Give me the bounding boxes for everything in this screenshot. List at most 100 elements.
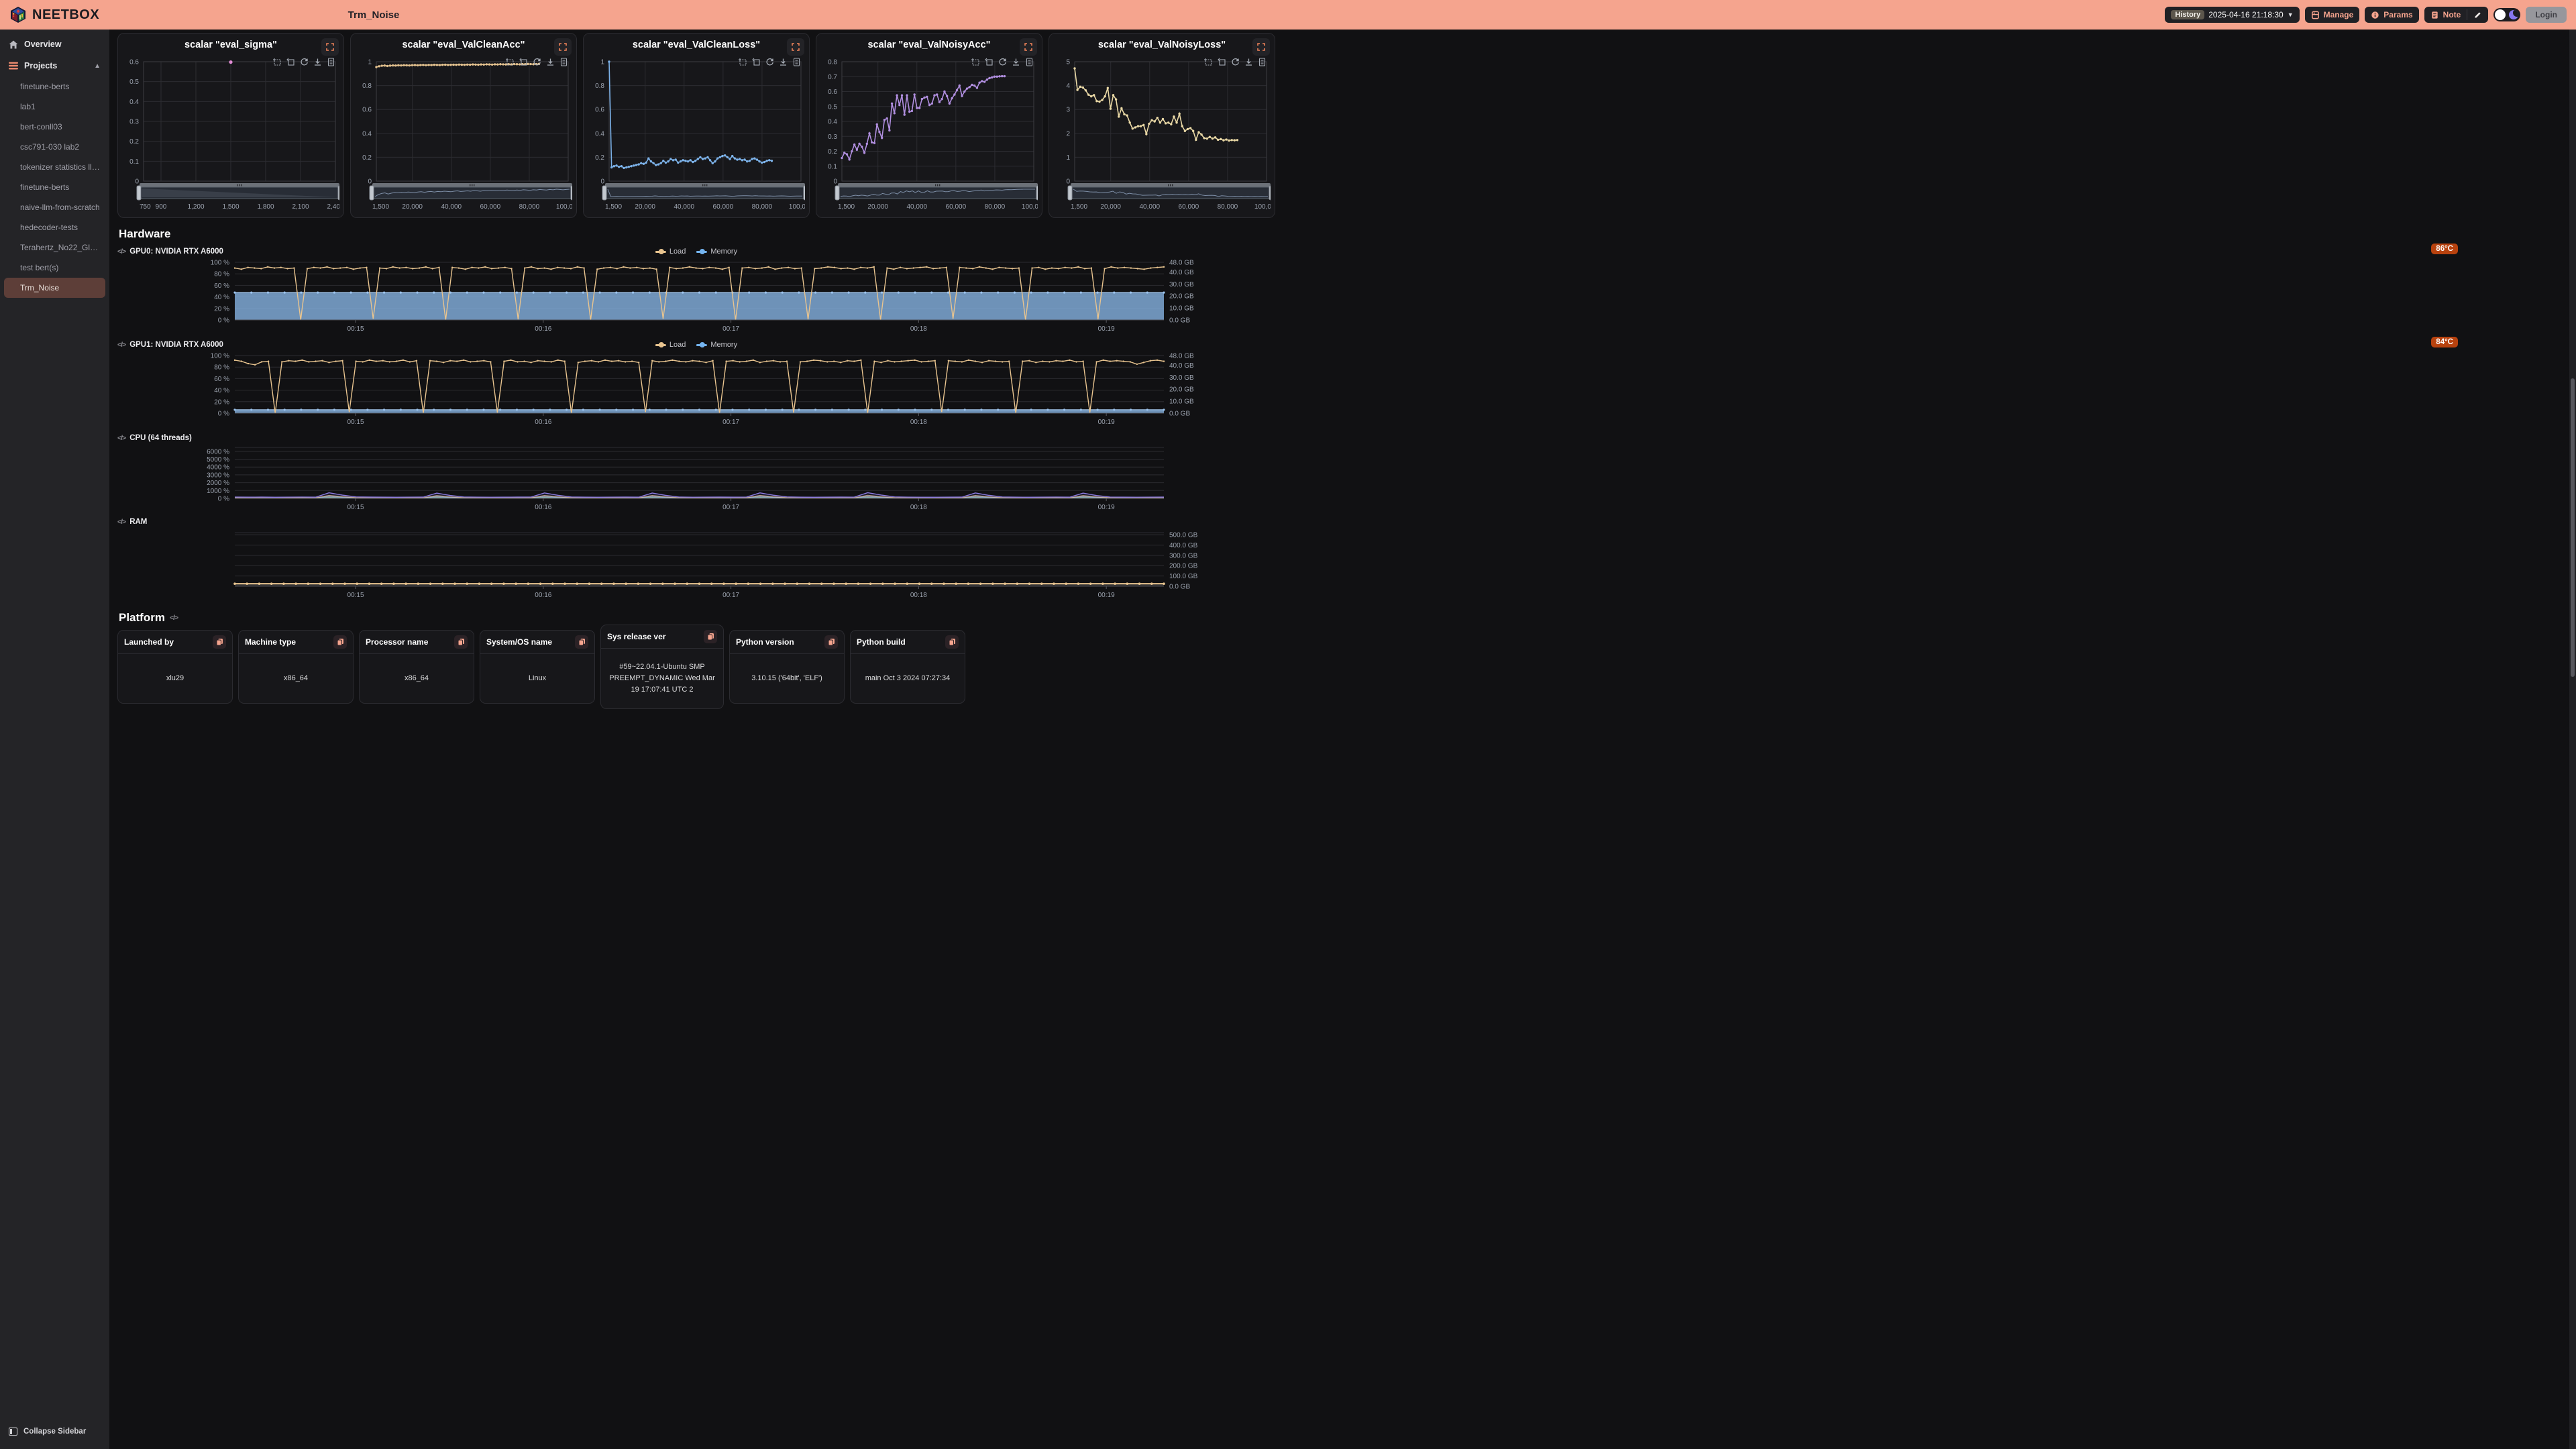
fullscreen-button[interactable]	[321, 38, 339, 56]
datazoom-handle-right[interactable]	[804, 186, 805, 200]
data-view-icon[interactable]	[792, 58, 801, 66]
download-icon[interactable]	[546, 58, 555, 66]
gpu-chart-canvas[interactable]: 0 %20 %40 %60 %80 %100 %0.0 GB10.0 GB20.…	[117, 258, 1276, 335]
copy-button[interactable]	[333, 635, 347, 649]
zoom-reset-icon[interactable]	[519, 58, 528, 66]
sidebar-item-project[interactable]: lab1	[0, 97, 109, 117]
svg-text:0.8: 0.8	[362, 83, 372, 90]
legend-item[interactable]: Load	[655, 248, 686, 256]
download-icon[interactable]	[313, 58, 322, 66]
download-icon[interactable]	[779, 58, 788, 66]
datazoom-handle-left[interactable]	[137, 186, 141, 200]
history-dropdown[interactable]: History 2025-04-16 21:18:30 ▼	[2165, 7, 2299, 23]
svg-text:00:17: 00:17	[722, 592, 739, 598]
login-button[interactable]: Login	[2526, 7, 2567, 23]
svg-text:100 %: 100 %	[211, 353, 229, 360]
svg-text:2,400: 2,400	[327, 203, 339, 211]
zoom-icon[interactable]	[1204, 58, 1213, 66]
cpu-chart-block: </>CPU (64 threads)0 %1000 %2000 %3000 %…	[117, 431, 2564, 515]
copy-button[interactable]	[704, 630, 717, 643]
zoom-reset-icon[interactable]	[752, 58, 761, 66]
svg-text:1,500: 1,500	[1071, 203, 1087, 211]
sidebar-item-project[interactable]: csc791-030 lab2	[0, 137, 109, 157]
note-button[interactable]: Note	[2424, 7, 2467, 23]
datazoom-slider[interactable]	[605, 187, 805, 199]
fullscreen-button[interactable]	[1020, 38, 1037, 56]
datazoom-handle-left[interactable]	[835, 186, 839, 200]
datazoom-handle-right[interactable]	[1036, 186, 1038, 200]
svg-text:0: 0	[135, 178, 139, 186]
data-view-icon[interactable]	[327, 58, 335, 66]
cpu-chart-canvas[interactable]: 0 %1000 %2000 %3000 %4000 %5000 %6000 %0…	[117, 445, 1276, 512]
scrollbar-thumb[interactable]	[2571, 378, 2575, 677]
fullscreen-button[interactable]	[787, 38, 804, 56]
copy-button[interactable]	[213, 635, 226, 649]
refresh-icon[interactable]	[533, 58, 541, 66]
datazoom-handle-right[interactable]	[571, 186, 572, 200]
refresh-icon[interactable]	[765, 58, 774, 66]
legend-item[interactable]: Memory	[696, 248, 737, 256]
copy-button[interactable]	[454, 635, 468, 649]
fullscreen-button[interactable]	[554, 38, 572, 56]
svg-text:60,000: 60,000	[1179, 203, 1199, 211]
legend-item[interactable]: Memory	[696, 341, 737, 349]
hardware-heading-label: Hardware	[119, 227, 170, 241]
sidebar-item-project[interactable]: tokenizer statistics llama...	[0, 157, 109, 177]
refresh-icon[interactable]	[300, 58, 309, 66]
fullscreen-button[interactable]	[1252, 38, 1270, 56]
svg-text:100,000: 100,000	[556, 203, 572, 211]
zoom-icon[interactable]	[739, 58, 747, 66]
datazoom-handle-left[interactable]	[602, 186, 606, 200]
legend-item[interactable]: Load	[655, 341, 686, 349]
copy-button[interactable]	[945, 635, 959, 649]
datazoom-slider[interactable]	[838, 187, 1038, 199]
data-view-icon[interactable]	[559, 58, 568, 66]
svg-text:00:17: 00:17	[722, 325, 739, 333]
sidebar-item-project[interactable]: Terahertz_No22_Gl261_gl...	[0, 237, 109, 258]
params-button[interactable]: Params	[2365, 7, 2418, 23]
gpu-chart-canvas[interactable]: 0 %20 %40 %60 %80 %100 %0.0 GB10.0 GB20.…	[117, 352, 1276, 428]
sidebar-item-overview[interactable]: Overview	[0, 34, 109, 55]
refresh-icon[interactable]	[998, 58, 1007, 66]
home-icon	[9, 40, 18, 49]
datazoom-handle-right[interactable]	[1269, 186, 1271, 200]
datazoom-handle-left[interactable]	[370, 186, 374, 200]
zoom-icon[interactable]	[273, 58, 282, 66]
zoom-icon[interactable]	[506, 58, 515, 66]
ram-chart-canvas[interactable]: 0.0 GB100.0 GB200.0 GB300.0 GB400.0 GB50…	[117, 529, 1276, 598]
download-icon[interactable]	[1012, 58, 1020, 66]
datazoom-slider[interactable]	[372, 187, 572, 199]
sidebar-item-project[interactable]: naive-llm-from-scratch	[0, 197, 109, 217]
zoom-reset-icon[interactable]	[286, 58, 295, 66]
page-scrollbar[interactable]	[2569, 30, 2576, 1449]
sidebar-item-project[interactable]: Trm_Noise	[4, 278, 105, 298]
edit-note-button[interactable]	[2467, 7, 2488, 23]
download-icon[interactable]	[1244, 58, 1253, 66]
sidebar-item-project[interactable]: test bert(s)	[0, 258, 109, 278]
collapse-sidebar-button[interactable]: Collapse Sidebar	[0, 1421, 109, 1442]
datazoom-handle-right[interactable]	[338, 186, 339, 200]
sidebar-item-projects[interactable]: Projects ▲	[0, 55, 109, 76]
datazoom-handle-left[interactable]	[1068, 186, 1072, 200]
zoom-reset-icon[interactable]	[985, 58, 994, 66]
data-view-icon[interactable]	[1025, 58, 1034, 66]
scalar-chart-canvas[interactable]: 00.10.20.30.40.50.67509001,2001,5001,800…	[123, 55, 339, 211]
manage-button[interactable]: Manage	[2305, 7, 2360, 23]
svg-text:60 %: 60 %	[214, 282, 229, 290]
copy-button[interactable]	[824, 635, 838, 649]
copy-button[interactable]	[575, 635, 588, 649]
scalar-chart-canvas[interactable]: 0123451,50020,00040,00060,00080,000100,0…	[1055, 55, 1271, 211]
scalar-chart-canvas[interactable]: 00.20.40.60.811,50020,00040,00060,00080,…	[356, 55, 572, 211]
svg-text:100,000: 100,000	[1254, 203, 1271, 211]
sidebar-item-project[interactable]: bert-conll03	[0, 117, 109, 137]
zoom-icon[interactable]	[971, 58, 980, 66]
scalar-chart-canvas[interactable]: 00.10.20.30.40.50.60.70.81,50020,00040,0…	[822, 55, 1038, 211]
data-view-icon[interactable]	[1258, 58, 1267, 66]
scalar-chart-canvas[interactable]: 00.20.40.60.811,50020,00040,00060,00080,…	[589, 55, 805, 211]
theme-toggle[interactable]	[2493, 8, 2520, 21]
sidebar-item-project[interactable]: hedecoder-tests	[0, 217, 109, 237]
sidebar-item-project[interactable]: finetune-berts	[0, 76, 109, 97]
refresh-icon[interactable]	[1231, 58, 1240, 66]
sidebar-item-project[interactable]: finetune-berts	[0, 177, 109, 197]
zoom-reset-icon[interactable]	[1218, 58, 1226, 66]
